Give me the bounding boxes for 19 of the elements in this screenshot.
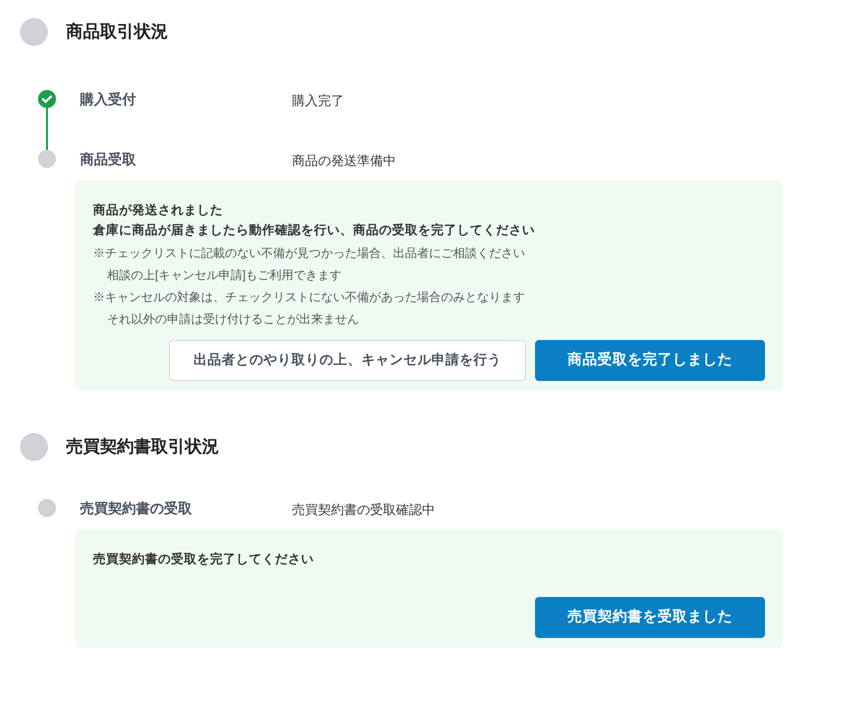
confirm-button[interactable]: 売買契約書を受取ました — [535, 597, 765, 638]
panel-heading: 売買契約書の受取を完了してください — [93, 551, 315, 568]
step-label: 売買契約書の受取 — [80, 499, 193, 518]
panel-heading: 商品が発送されました — [93, 202, 224, 219]
panel-note: それ以外の申請は受け付けることが出来ません — [106, 311, 360, 328]
panel-note: ※チェックリストに記載のない不備が見つかった場合、出品者にご相談ください — [93, 245, 526, 262]
confirm-button[interactable]: 商品受取を完了しました — [535, 340, 765, 381]
section-title: 売買契約書取引状況 — [66, 436, 219, 458]
step-label: 商品受取 — [80, 150, 137, 169]
panel-note: ※キャンセルの対象は、チェックリストにない不備があった場合のみとなります — [93, 289, 526, 306]
panel-note: 相談の上[キャンセル申請]もご利用できます — [106, 267, 343, 284]
panel-heading: 倉庫に商品が届きましたら動作確認を行い、商品の受取を完了してください — [93, 222, 536, 239]
step-label: 購入受付 — [80, 90, 137, 109]
step-status: 商品の発送準備中 — [292, 152, 396, 170]
progress-line — [46, 108, 48, 150]
step-status: 売買契約書の受取確認中 — [292, 501, 435, 519]
cancel-request-button[interactable]: 出品者とのやり取りの上、キャンセル申請を行う — [169, 340, 526, 381]
step-status: 購入完了 — [292, 92, 344, 110]
section-title: 商品取引状況 — [66, 21, 168, 44]
